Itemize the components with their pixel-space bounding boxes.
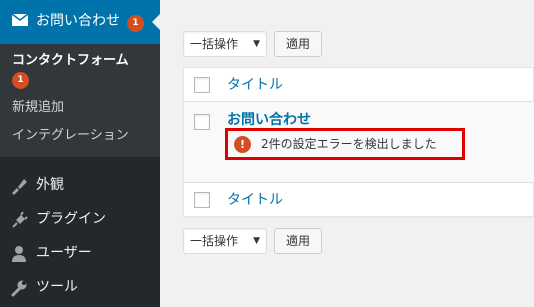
column-title-header[interactable]: タイトル	[227, 76, 283, 94]
column-title-footer[interactable]: タイトル	[227, 191, 283, 209]
submenu-item-contact-form[interactable]: コンタクトフォーム	[12, 53, 129, 69]
apply-button-label: 適用	[285, 234, 310, 248]
select-all-checkbox-footer[interactable]	[194, 192, 210, 208]
sidebar-item-users[interactable]: ユーザー	[0, 236, 160, 270]
row-checkbox[interactable]	[194, 114, 210, 130]
row-title-link[interactable]: お問い合わせ	[227, 111, 311, 129]
bulk-action-select-bottom[interactable]: 一括操作 ▼	[183, 228, 267, 254]
sidebar-item-label: プラグイン	[36, 211, 106, 227]
apply-button-top[interactable]: 適用	[274, 31, 322, 57]
sidebar-item-label: ツール	[36, 279, 78, 295]
submenu-contact-form-badge: 1	[12, 72, 29, 89]
menu-contact-label: お問い合わせ	[36, 13, 120, 29]
apply-button-bottom[interactable]: 適用	[274, 228, 322, 254]
bulk-action-select-top[interactable]: 一括操作 ▼	[183, 31, 267, 57]
submenu-item-add-new[interactable]: 新規追加	[12, 100, 64, 116]
wrench-icon	[11, 280, 27, 297]
current-menu-arrow	[152, 14, 160, 30]
chevron-down-icon: ▼	[253, 236, 260, 246]
plugin-icon	[12, 211, 28, 228]
config-error-text: 2件の設定エラーを検出しました	[261, 137, 437, 151]
sidebar-item-appearance[interactable]: 外観	[0, 168, 160, 202]
menu-contact-badge: 1	[127, 15, 144, 32]
chevron-down-icon: ▼	[253, 39, 260, 49]
admin-sidebar: お問い合わせ 1 コンタクトフォーム 1 新規追加 インテグレーション 外観 プ…	[0, 0, 160, 307]
sidebar-item-label: ユーザー	[36, 245, 92, 261]
select-all-checkbox[interactable]	[194, 77, 210, 93]
bulk-action-label: 一括操作	[190, 37, 239, 51]
user-icon	[12, 246, 26, 262]
apply-button-label: 適用	[285, 37, 310, 51]
paintbrush-icon	[12, 179, 27, 195]
bulk-action-label: 一括操作	[190, 234, 239, 248]
forms-table: タイトル お問い合わせ ! 2件の設定エラーを検出しました タイトル	[183, 67, 534, 217]
menu-contact[interactable]: お問い合わせ 1	[0, 0, 160, 44]
table-row: お問い合わせ ! 2件の設定エラーを検出しました	[184, 102, 534, 182]
contact-submenu: コンタクトフォーム 1 新規追加 インテグレーション	[0, 44, 160, 157]
sidebar-item-tools[interactable]: ツール	[0, 270, 160, 304]
config-error-notice: ! 2件の設定エラーを検出しました	[225, 128, 465, 160]
mail-icon	[12, 14, 28, 26]
submenu-item-integration[interactable]: インテグレーション	[12, 128, 129, 144]
exclamation-icon: !	[234, 136, 251, 153]
sidebar-item-label: 外観	[36, 177, 64, 193]
table-footer-row: タイトル	[184, 182, 534, 217]
table-header-row: タイトル	[184, 68, 534, 102]
sidebar-item-plugins[interactable]: プラグイン	[0, 202, 160, 236]
